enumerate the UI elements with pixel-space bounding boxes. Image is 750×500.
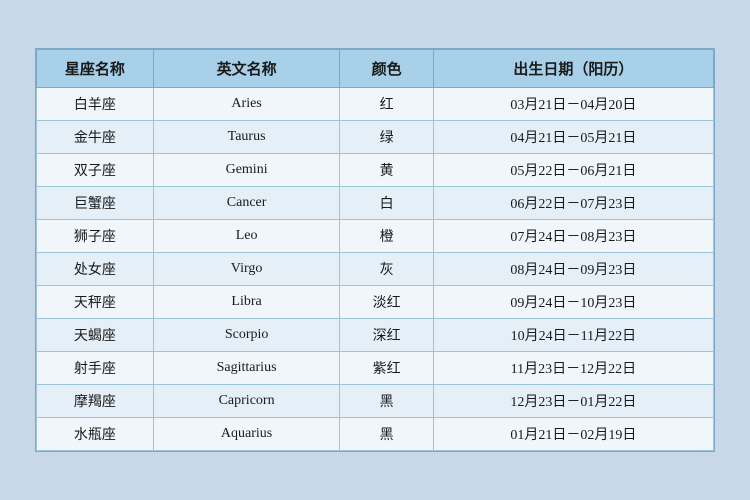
cell-zh: 射手座 [37, 352, 154, 385]
cell-color: 橙 [340, 220, 433, 253]
table-row: 狮子座Leo橙07月24日－08月23日 [37, 220, 714, 253]
cell-zh: 处女座 [37, 253, 154, 286]
cell-date: 05月22日－06月21日 [433, 154, 713, 187]
header-color: 颜色 [340, 50, 433, 88]
cell-color: 黑 [340, 418, 433, 451]
cell-date: 08月24日－09月23日 [433, 253, 713, 286]
cell-zh: 天秤座 [37, 286, 154, 319]
cell-en: Cancer [153, 187, 340, 220]
cell-zh: 金牛座 [37, 121, 154, 154]
cell-en: Aries [153, 88, 340, 121]
cell-zh: 摩羯座 [37, 385, 154, 418]
cell-zh: 狮子座 [37, 220, 154, 253]
cell-date: 10月24日－11月22日 [433, 319, 713, 352]
cell-date: 11月23日－12月22日 [433, 352, 713, 385]
cell-en: Sagittarius [153, 352, 340, 385]
table-row: 摩羯座Capricorn黑12月23日－01月22日 [37, 385, 714, 418]
cell-date: 06月22日－07月23日 [433, 187, 713, 220]
cell-color: 深红 [340, 319, 433, 352]
cell-en: Virgo [153, 253, 340, 286]
header-en: 英文名称 [153, 50, 340, 88]
cell-en: Taurus [153, 121, 340, 154]
cell-date: 04月21日－05月21日 [433, 121, 713, 154]
table-row: 水瓶座Aquarius黑01月21日－02月19日 [37, 418, 714, 451]
table-row: 双子座Gemini黄05月22日－06月21日 [37, 154, 714, 187]
table-row: 天蝎座Scorpio深红10月24日－11月22日 [37, 319, 714, 352]
cell-color: 绿 [340, 121, 433, 154]
cell-date: 01月21日－02月19日 [433, 418, 713, 451]
cell-zh: 双子座 [37, 154, 154, 187]
cell-color: 白 [340, 187, 433, 220]
cell-color: 紫红 [340, 352, 433, 385]
cell-en: Capricorn [153, 385, 340, 418]
cell-color: 淡红 [340, 286, 433, 319]
table-row: 巨蟹座Cancer白06月22日－07月23日 [37, 187, 714, 220]
cell-color: 灰 [340, 253, 433, 286]
header-zh: 星座名称 [37, 50, 154, 88]
table-row: 白羊座Aries红03月21日－04月20日 [37, 88, 714, 121]
cell-en: Aquarius [153, 418, 340, 451]
cell-zh: 巨蟹座 [37, 187, 154, 220]
cell-en: Scorpio [153, 319, 340, 352]
cell-color: 红 [340, 88, 433, 121]
cell-date: 07月24日－08月23日 [433, 220, 713, 253]
cell-date: 12月23日－01月22日 [433, 385, 713, 418]
cell-color: 黑 [340, 385, 433, 418]
table-row: 金牛座Taurus绿04月21日－05月21日 [37, 121, 714, 154]
cell-color: 黄 [340, 154, 433, 187]
cell-zh: 水瓶座 [37, 418, 154, 451]
cell-date: 03月21日－04月20日 [433, 88, 713, 121]
table-row: 射手座Sagittarius紫红11月23日－12月22日 [37, 352, 714, 385]
table-header-row: 星座名称 英文名称 颜色 出生日期（阳历） [37, 50, 714, 88]
header-date: 出生日期（阳历） [433, 50, 713, 88]
cell-en: Gemini [153, 154, 340, 187]
cell-date: 09月24日－10月23日 [433, 286, 713, 319]
cell-zh: 白羊座 [37, 88, 154, 121]
zodiac-table: 星座名称 英文名称 颜色 出生日期（阳历） 白羊座Aries红03月21日－04… [35, 48, 715, 452]
cell-zh: 天蝎座 [37, 319, 154, 352]
table-row: 天秤座Libra淡红09月24日－10月23日 [37, 286, 714, 319]
cell-en: Libra [153, 286, 340, 319]
table-row: 处女座Virgo灰08月24日－09月23日 [37, 253, 714, 286]
cell-en: Leo [153, 220, 340, 253]
